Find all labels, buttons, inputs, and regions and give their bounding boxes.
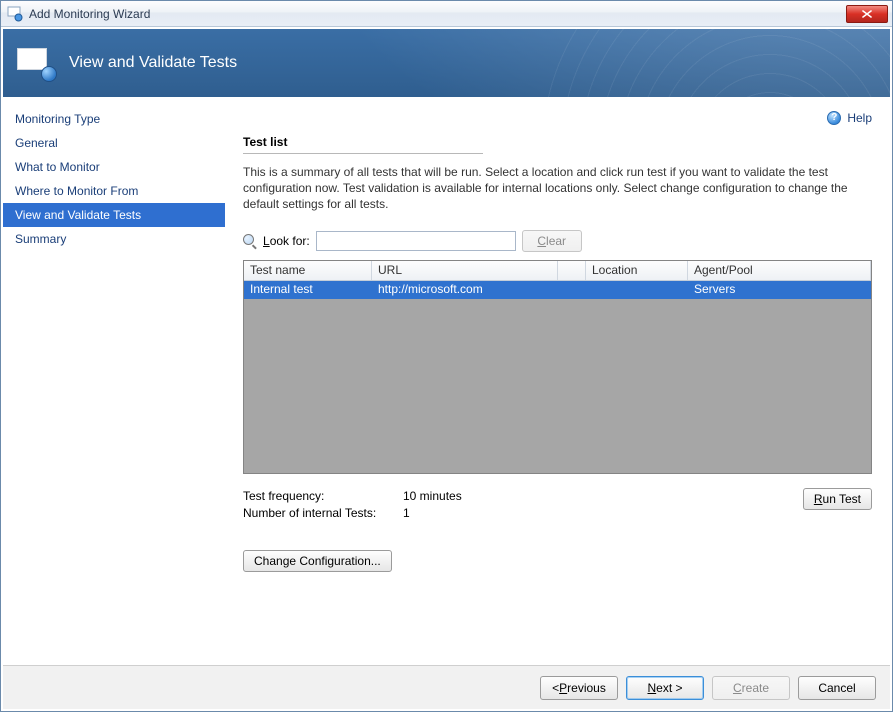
next-button[interactable]: Next >	[626, 676, 704, 700]
freq-label: Test frequency:	[243, 488, 383, 505]
run-test-button[interactable]: Run Test	[803, 488, 872, 510]
look-for-label: Look for:	[263, 234, 310, 248]
col-url[interactable]: URL	[372, 261, 558, 280]
banner-title: View and Validate Tests	[69, 54, 237, 72]
help-link[interactable]: ? Help	[827, 111, 872, 125]
help-label: Help	[847, 111, 872, 125]
cancel-button[interactable]: Cancel	[798, 676, 876, 700]
change-configuration-button[interactable]: Change Configuration...	[243, 550, 392, 572]
titlebar: Add Monitoring Wizard	[1, 1, 892, 27]
sidebar-item-what-to-monitor[interactable]: What to Monitor	[3, 155, 225, 179]
close-button[interactable]	[846, 5, 888, 23]
window-title: Add Monitoring Wizard	[29, 7, 150, 21]
grid-body: Internal test http://microsoft.com Serve…	[244, 281, 871, 473]
cell-blank	[558, 281, 586, 299]
clear-button[interactable]: Clear	[522, 230, 582, 252]
test-grid: Test name URL Location Agent/Pool Intern…	[243, 260, 872, 474]
col-location[interactable]: Location	[586, 261, 688, 280]
help-icon: ?	[827, 111, 841, 125]
sidebar-item-view-and-validate-tests[interactable]: View and Validate Tests	[3, 203, 225, 227]
look-for-row: Look for: Clear	[243, 230, 872, 252]
sidebar: Monitoring Type General What to Monitor …	[3, 99, 225, 665]
col-blank[interactable]	[558, 261, 586, 280]
look-for-input[interactable]	[316, 231, 516, 251]
cell-agent: Servers	[688, 281, 871, 299]
section-rule	[243, 153, 483, 154]
sidebar-item-general[interactable]: General	[3, 131, 225, 155]
count-label: Number of internal Tests:	[243, 505, 383, 522]
body: Monitoring Type General What to Monitor …	[3, 99, 890, 665]
cell-url: http://microsoft.com	[372, 281, 558, 299]
table-row[interactable]: Internal test http://microsoft.com Serve…	[244, 281, 871, 299]
content: ? Help Test list This is a summary of al…	[225, 99, 890, 665]
sidebar-item-summary[interactable]: Summary	[3, 227, 225, 251]
previous-button[interactable]: < Previous	[540, 676, 618, 700]
footer: < Previous Next > Create Cancel	[3, 665, 890, 709]
close-icon	[862, 10, 872, 18]
cell-location	[586, 281, 688, 299]
col-agent-pool[interactable]: Agent/Pool	[688, 261, 871, 280]
col-test-name[interactable]: Test name	[244, 261, 372, 280]
grid-header: Test name URL Location Agent/Pool	[244, 261, 871, 281]
section-description: This is a summary of all tests that will…	[243, 164, 872, 212]
banner-icon	[17, 48, 53, 78]
app-icon	[7, 6, 23, 22]
sidebar-item-monitoring-type[interactable]: Monitoring Type	[3, 107, 225, 131]
freq-value: 10 minutes	[403, 488, 462, 505]
wizard-window: Add Monitoring Wizard View and Validate …	[0, 0, 893, 712]
section-title: Test list	[243, 135, 872, 149]
info-rows: Test frequency: 10 minutes Number of int…	[243, 488, 872, 522]
cell-test-name: Internal test	[244, 281, 372, 299]
banner: View and Validate Tests	[3, 29, 890, 97]
sidebar-item-where-to-monitor-from[interactable]: Where to Monitor From	[3, 179, 225, 203]
search-icon	[243, 234, 257, 248]
create-button[interactable]: Create	[712, 676, 790, 700]
count-value: 1	[403, 505, 410, 522]
